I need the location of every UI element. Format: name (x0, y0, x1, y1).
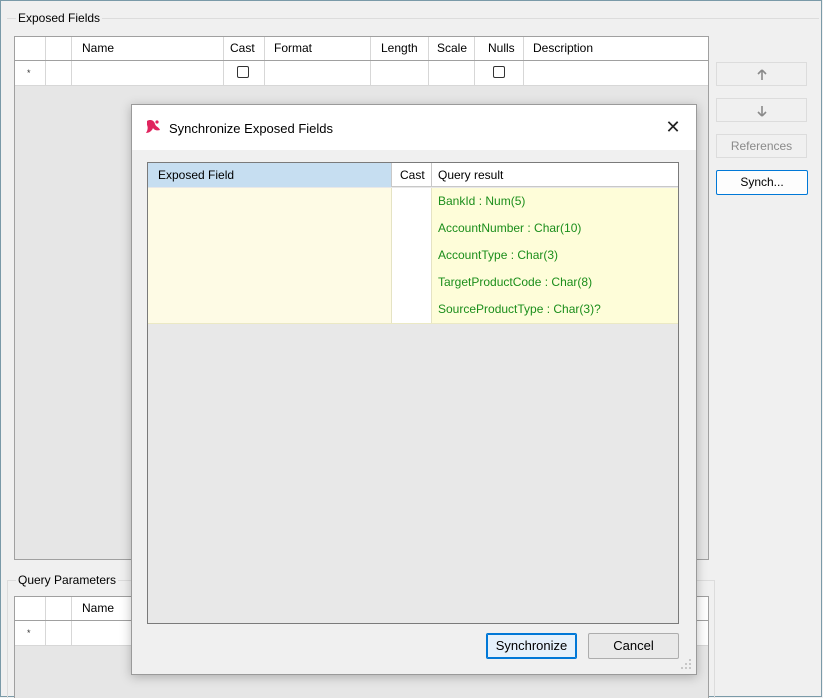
column-header-format[interactable]: Format (265, 37, 371, 60)
new-row-marker: * (27, 68, 31, 78)
references-button[interactable]: References (716, 134, 807, 158)
cast-cell (224, 61, 265, 85)
exposed-field-cell[interactable] (148, 269, 392, 296)
query-result-cell[interactable]: AccountType : Char(3) (432, 242, 678, 269)
synchronize-dialog: Synchronize Exposed Fields ✕ Exposed Fie… (131, 104, 697, 675)
cast-checkbox[interactable] (237, 66, 249, 78)
length-cell[interactable] (371, 61, 429, 85)
column-header-cast[interactable]: Cast (392, 163, 432, 187)
blank-column (46, 597, 72, 620)
format-cell[interactable] (265, 61, 371, 85)
blank-cell (46, 621, 72, 645)
row-header-cell: * (15, 61, 46, 85)
cast-cell[interactable] (392, 269, 432, 296)
column-header-description[interactable]: Description (524, 37, 708, 60)
move-up-button[interactable] (716, 62, 807, 86)
exposed-field-cell[interactable] (148, 188, 392, 215)
cast-cell[interactable] (392, 215, 432, 242)
synch-button[interactable]: Synch... (716, 170, 808, 195)
name-cell[interactable] (72, 61, 224, 85)
column-header-scale[interactable]: Scale (429, 37, 475, 60)
exposed-fields-title: Exposed Fields (16, 11, 103, 25)
cast-cell[interactable] (392, 296, 432, 323)
nulls-cell (475, 61, 524, 85)
cancel-button[interactable]: Cancel (588, 633, 679, 659)
row-header-cell: * (15, 621, 46, 645)
synchronize-grid[interactable]: Exposed Field Cast Query result BankId :… (147, 162, 679, 624)
table-row[interactable]: BankId : Num(5) (148, 188, 678, 216)
synchronize-button[interactable]: Synchronize (486, 633, 577, 659)
cast-cell[interactable] (392, 188, 432, 215)
query-result-cell[interactable]: BankId : Num(5) (432, 188, 678, 215)
exposed-fields-group (7, 18, 819, 20)
table-row[interactable]: TargetProductCode : Char(8) (148, 269, 678, 297)
exposed-fields-header: Name Cast Format Length Scale Nulls Desc… (15, 37, 708, 61)
app-logo-icon (146, 120, 160, 133)
description-cell[interactable] (524, 61, 708, 85)
column-header-query-result[interactable]: Query result (432, 163, 678, 187)
column-header-cast[interactable]: Cast (224, 37, 265, 60)
synchronize-grid-header: Exposed Field Cast Query result (148, 163, 678, 187)
cast-cell[interactable] (392, 242, 432, 269)
move-down-button[interactable] (716, 98, 807, 122)
resize-grip-icon[interactable] (680, 658, 692, 670)
dialog-title: Synchronize Exposed Fields (169, 121, 334, 136)
column-header-name[interactable]: Name (72, 37, 224, 60)
dialog-titlebar: Synchronize Exposed Fields ✕ (132, 105, 696, 150)
query-result-cell[interactable]: AccountNumber : Char(10) (432, 215, 678, 242)
close-icon[interactable]: ✕ (662, 117, 684, 139)
column-header-nulls[interactable]: Nulls (475, 37, 524, 60)
column-header-length[interactable]: Length (371, 37, 429, 60)
query-parameters-title: Query Parameters (16, 573, 119, 587)
row-header-column (15, 37, 46, 60)
table-row[interactable]: * (15, 61, 708, 86)
table-row[interactable]: AccountNumber : Char(10) (148, 215, 678, 243)
query-result-cell[interactable]: TargetProductCode : Char(8) (432, 269, 678, 296)
exposed-field-cell[interactable] (148, 215, 392, 242)
blank-column (46, 37, 72, 60)
exposed-field-cell[interactable] (148, 242, 392, 269)
new-row-marker: * (27, 628, 31, 638)
row-header-column (15, 597, 46, 620)
column-header-exposed-field[interactable]: Exposed Field (148, 163, 392, 187)
nulls-checkbox[interactable] (493, 66, 505, 78)
query-result-cell[interactable]: SourceProductType : Char(3)? (432, 296, 678, 323)
arrow-down-icon (756, 105, 767, 117)
exposed-field-cell[interactable] (148, 296, 392, 323)
resize-grip-dots (681, 659, 691, 669)
blank-cell (46, 61, 72, 85)
table-row[interactable]: AccountType : Char(3) (148, 242, 678, 270)
scale-cell[interactable] (429, 61, 475, 85)
table-row[interactable]: SourceProductType : Char(3)? (148, 296, 678, 324)
arrow-up-icon (756, 69, 767, 80)
